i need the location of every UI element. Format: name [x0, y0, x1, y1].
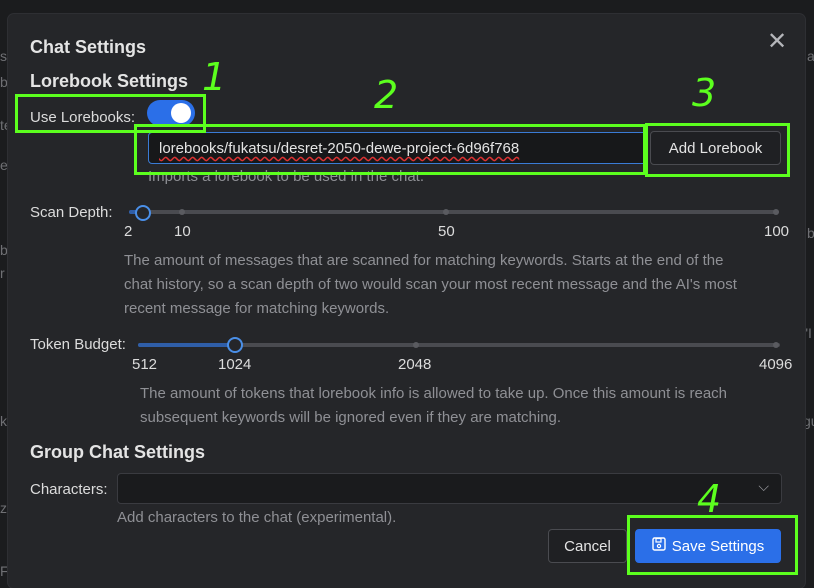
background-text: a [807, 48, 814, 64]
scan-depth-tick-label: 50 [438, 223, 455, 240]
token-budget-tick-label: 4096 [759, 356, 793, 373]
background-text: k [0, 413, 7, 429]
background-text: b [0, 242, 8, 258]
scan-depth-label: Scan Depth: [30, 204, 113, 221]
token-budget-slider-thumb[interactable] [227, 337, 243, 353]
scan-depth-track [129, 210, 779, 214]
background-text: b [807, 225, 814, 241]
scan-depth-tick-dot [179, 209, 185, 215]
token-budget-tick-label: 2048 [398, 356, 432, 373]
help-line: recent message for matching keywords. [124, 300, 390, 317]
annotation-box-2 [134, 124, 646, 175]
token-budget-tick-label: 1024 [218, 356, 252, 373]
characters-label: Characters: [30, 481, 108, 498]
background-text: b [0, 74, 8, 90]
characters-help: Add characters to the chat (experimental… [117, 509, 397, 526]
lorebook-section-title: Lorebook Settings [30, 71, 189, 91]
scan-depth-tick-dot [443, 209, 449, 215]
cancel-button[interactable]: Cancel [548, 529, 627, 563]
annotation-box-3 [645, 123, 790, 177]
scan-depth-tick-dot [773, 209, 779, 215]
group-chat-section-title: Group Chat Settings [30, 442, 205, 462]
token-budget-fill [138, 343, 235, 347]
scan-depth-tick-label: 10 [174, 223, 191, 240]
token-budget-tick-label: 512 [132, 356, 158, 373]
help-line: subsequent keywords will be ignored even… [140, 409, 562, 426]
annotation-number-2: 2 [374, 73, 399, 117]
token-budget-tick-dot [773, 342, 779, 348]
chevron-down-icon[interactable]: ⌵ [758, 478, 769, 495]
scan-depth-slider-thumb[interactable] [135, 205, 151, 221]
annotation-number-1: 1 [202, 55, 227, 99]
dialog-title: Chat Settings [30, 37, 147, 57]
annotation-box-4 [627, 515, 798, 575]
close-icon[interactable]: ✕ [767, 30, 787, 54]
background-text: r [0, 265, 5, 281]
token-budget-label: Token Budget: [30, 336, 126, 353]
token-budget-help: The amount of tokens that lorebook info … [140, 382, 800, 430]
scan-depth-help: The amount of messages that are scanned … [124, 249, 804, 321]
scan-depth-tick-label: 2 [124, 223, 133, 240]
annotation-number-4: 4 [697, 477, 722, 521]
token-budget-tick-dot [413, 342, 419, 348]
help-line: chat history, so a scan depth of two wou… [124, 276, 737, 293]
help-line: The amount of messages that are scanned … [124, 252, 724, 269]
annotation-number-3: 3 [692, 71, 717, 115]
characters-select[interactable]: ⌵ [117, 473, 782, 504]
help-line: The amount of tokens that lorebook info … [140, 385, 727, 402]
scan-depth-tick-label: 100 [764, 223, 790, 240]
